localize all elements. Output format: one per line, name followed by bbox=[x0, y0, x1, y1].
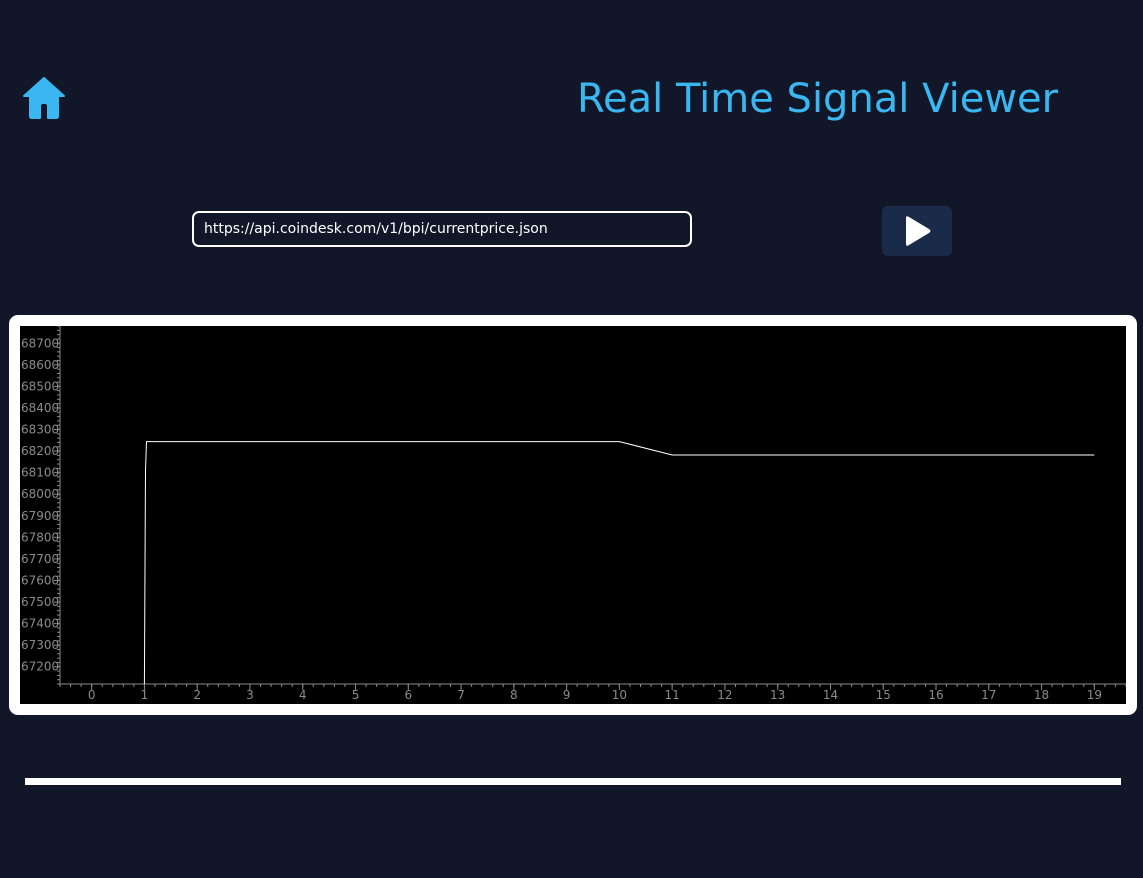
home-button[interactable] bbox=[22, 76, 66, 120]
y-tick-label: 67500 bbox=[21, 595, 59, 609]
y-tick-label: 67800 bbox=[21, 530, 59, 544]
x-tick-label: 7 bbox=[457, 688, 465, 702]
y-tick-label: 68700 bbox=[21, 336, 59, 350]
page-title: Real Time Signal Viewer bbox=[577, 76, 1059, 122]
x-tick-label: 11 bbox=[665, 688, 680, 702]
x-tick-label: 13 bbox=[770, 688, 785, 702]
x-tick-label: 8 bbox=[510, 688, 518, 702]
x-tick-label: 17 bbox=[981, 688, 996, 702]
y-tick-label: 67900 bbox=[21, 509, 59, 523]
x-tick-label: 12 bbox=[717, 688, 732, 702]
x-tick-label: 2 bbox=[193, 688, 201, 702]
signal-chart: 0 1 2 3 4 5 6 7 8 9 10 11 12 13 14 15 16 17 18 196720067300… bbox=[21, 326, 1126, 702]
x-tick-label: 18 bbox=[1034, 688, 1049, 702]
signal-trace bbox=[143, 441, 1095, 685]
y-tick-label: 67400 bbox=[21, 617, 59, 631]
url-input[interactable] bbox=[192, 211, 692, 247]
x-tick-label: 1 bbox=[141, 688, 149, 702]
play-button[interactable] bbox=[882, 206, 952, 256]
y-tick-label: 68100 bbox=[21, 466, 59, 480]
y-tick-label: 67700 bbox=[21, 552, 59, 566]
plot-frame: 0 1 2 3 4 5 6 7 8 9 10 11 12 13 14 15 16 17 18 19 67200 67300… bbox=[9, 315, 1137, 715]
y-tick-label: 68600 bbox=[21, 358, 59, 372]
x-tick-label: 15 bbox=[876, 688, 891, 702]
y-tick-label: 67200 bbox=[21, 660, 59, 674]
x-tick-label: 0 bbox=[88, 688, 96, 702]
y-tick-label: 67600 bbox=[21, 573, 59, 587]
progress-bar[interactable] bbox=[25, 778, 1121, 785]
play-icon bbox=[906, 216, 931, 246]
x-tick-label: 3 bbox=[246, 688, 254, 702]
home-icon bbox=[23, 77, 65, 119]
x-tick-label: 16 bbox=[928, 688, 943, 702]
y-tick-label: 68200 bbox=[21, 444, 59, 458]
x-tick-label: 19 bbox=[1087, 688, 1102, 702]
signal-plot[interactable]: 0 1 2 3 4 5 6 7 8 9 10 11 12 13 14 15 16 17 18 19 67200 67300… bbox=[20, 326, 1126, 704]
y-tick-label: 68000 bbox=[21, 487, 59, 501]
y-tick-label: 68300 bbox=[21, 423, 59, 437]
y-tick-label: 68400 bbox=[21, 401, 59, 415]
x-tick-label: 14 bbox=[823, 688, 838, 702]
x-tick-label: 4 bbox=[299, 688, 307, 702]
x-tick-label: 9 bbox=[563, 688, 571, 702]
y-tick-label: 68500 bbox=[21, 379, 59, 393]
y-tick-label: 67300 bbox=[21, 638, 59, 652]
x-tick-label: 5 bbox=[352, 688, 360, 702]
x-tick-label: 10 bbox=[612, 688, 627, 702]
x-tick-label: 6 bbox=[404, 688, 412, 702]
